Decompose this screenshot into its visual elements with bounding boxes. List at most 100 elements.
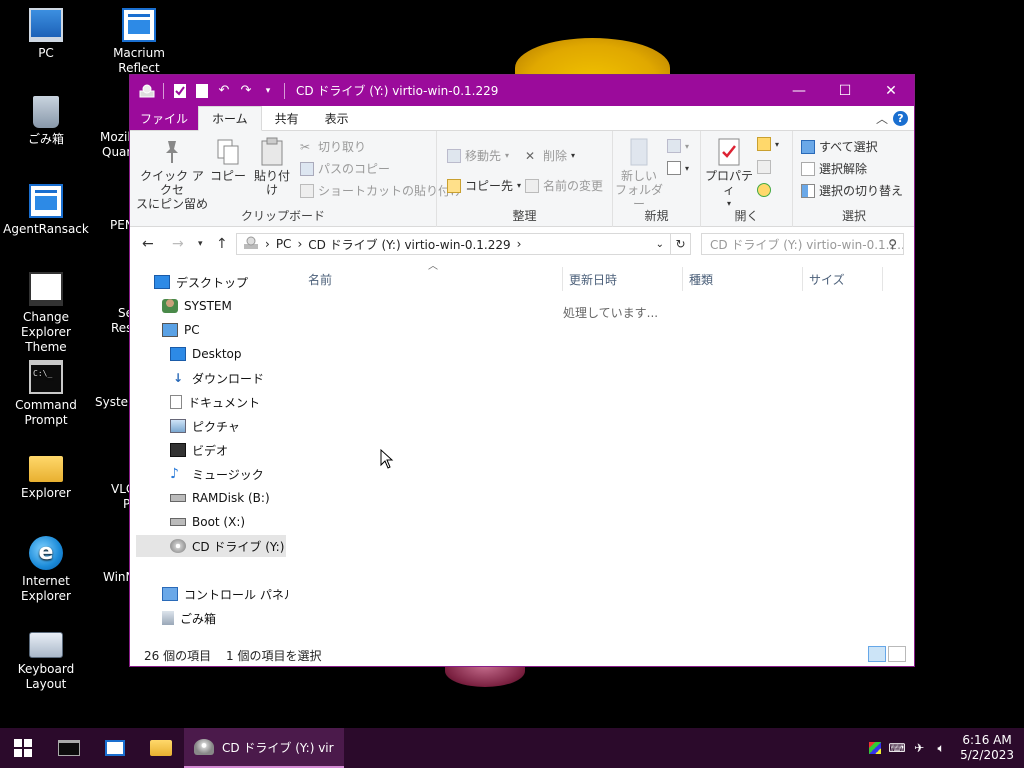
properties-check-icon[interactable]: [171, 82, 189, 100]
ribbon-group-open: プロパティ ▾ ▾ 開く: [701, 131, 793, 227]
desktop-icon-keyboard-layout[interactable]: Keyboard Layout: [0, 624, 92, 692]
properties-button[interactable]: プロパティ ▾: [703, 137, 755, 211]
document-icon: [170, 395, 182, 409]
taskbar-app-window[interactable]: [92, 728, 138, 768]
address-dropdown-icon[interactable]: ⌄: [656, 239, 664, 250]
desktop-icon-change-explorer-theme[interactable]: Change Explorer Theme: [0, 272, 92, 355]
nav-item-system[interactable]: SYSTEM: [162, 295, 232, 317]
easy-access-button[interactable]: ▾: [667, 161, 689, 175]
nav-item-desktop[interactable]: デスクトップ: [154, 271, 248, 293]
nav-item-documents[interactable]: ドキュメント: [170, 391, 260, 413]
invert-selection-button[interactable]: 選択の切り替え: [801, 182, 903, 199]
taskbar-command-prompt[interactable]: [46, 728, 92, 768]
copy-button[interactable]: コピー: [210, 137, 246, 183]
undo-icon[interactable]: ↶: [215, 82, 233, 100]
tab-file[interactable]: ファイル: [130, 106, 199, 130]
nav-item-videos[interactable]: ビデオ: [170, 439, 228, 461]
column-header-type[interactable]: 種類: [683, 267, 803, 291]
column-header-date[interactable]: 更新日時: [563, 267, 683, 291]
scissors-icon: ✂: [300, 139, 311, 154]
nav-item-downloads[interactable]: ↓ ダウンロード: [170, 367, 264, 389]
desktop-partial-label[interactable]: Mozil: [100, 130, 131, 144]
desktop-icon-recycle-bin[interactable]: ごみ箱: [0, 96, 92, 147]
address-input[interactable]: › PC › CD ドライブ (Y:) virtio-win-0.1.229 ›…: [236, 233, 671, 255]
tab-view[interactable]: 表示: [312, 106, 362, 130]
large-icons-view-icon[interactable]: [888, 646, 906, 662]
select-none-button[interactable]: 選択解除: [801, 160, 867, 177]
details-view-icon[interactable]: [868, 646, 886, 662]
keyboard-icon[interactable]: ⌨: [886, 728, 908, 768]
open-button[interactable]: ▾: [757, 137, 779, 151]
minimize-button[interactable]: —: [776, 75, 822, 106]
help-icon[interactable]: ?: [893, 111, 908, 126]
select-all-button[interactable]: すべて選択: [801, 138, 878, 155]
column-header-size[interactable]: サイズ: [803, 267, 883, 291]
address-segment-drive[interactable]: CD ドライブ (Y:) virtio-win-0.1.229: [308, 236, 510, 253]
search-input[interactable]: CD ドライブ (Y:) virtio-win-0.1.2... ⚲: [701, 233, 904, 255]
processing-message: 処理しています...: [563, 306, 659, 320]
desktop-icon-explorer[interactable]: Explorer: [0, 448, 92, 501]
desktop-icon-agentransack[interactable]: AgentRansack: [0, 184, 92, 237]
tab-share[interactable]: 共有: [262, 106, 312, 130]
new-folder-icon[interactable]: [193, 82, 211, 100]
rename-button[interactable]: 名前の変更: [525, 177, 603, 194]
pin-quick-access-button[interactable]: クイック アクセ スにピン留め: [136, 137, 208, 211]
new-folder-button[interactable]: 新しい フォルダー: [615, 137, 663, 211]
back-arrow-icon[interactable]: ←: [142, 236, 154, 252]
new-folder-icon: [626, 137, 652, 167]
nav-item-pictures[interactable]: ピクチャ: [170, 415, 240, 437]
address-segment-pc[interactable]: PC: [276, 237, 292, 251]
redo-icon[interactable]: ↷: [237, 82, 255, 100]
search-icon: ⚲: [888, 237, 897, 251]
taskbar-active-window[interactable]: CD ドライブ (Y:) virtio-...: [184, 728, 344, 768]
history-button[interactable]: [757, 183, 771, 197]
cut-button[interactable]: ✂ 切り取り: [300, 138, 366, 155]
desktop-icon: [170, 347, 186, 361]
nav-item-cd-drive[interactable]: CD ドライブ (Y:) virti: [136, 535, 286, 557]
new-item-icon: [667, 139, 681, 153]
dropdown-arrow-icon: ▾: [517, 181, 522, 190]
desktop-icon-pc[interactable]: PC: [0, 8, 92, 61]
collapse-ribbon-icon[interactable]: ︿: [871, 106, 893, 130]
network-tray-icon[interactable]: ✈: [908, 728, 930, 768]
nav-item-recycle-bin[interactable]: ごみ箱: [162, 607, 216, 629]
paste-button[interactable]: 貼り付け: [250, 137, 294, 197]
nav-item-desktop-folder[interactable]: Desktop: [170, 343, 242, 365]
close-button[interactable]: ✕: [868, 75, 914, 106]
history-icon: [757, 183, 771, 197]
tab-home[interactable]: ホーム: [198, 106, 262, 131]
desktop-icon-internet-explorer[interactable]: e Internet Explorer: [0, 536, 92, 604]
new-item-button[interactable]: ▾: [667, 139, 689, 153]
copy-to-button[interactable]: コピー先 ▾: [447, 177, 521, 194]
desktop-icon-command-prompt[interactable]: C:\_ Command Prompt: [0, 360, 92, 428]
nav-item-control-panel[interactable]: コントロール パネル: [162, 583, 296, 605]
color-tray-icon[interactable]: [864, 728, 886, 768]
column-header-name[interactable]: 名前: [302, 267, 563, 291]
ribbon-group-new: 新しい フォルダー ▾ ▾ 新規: [613, 131, 701, 227]
recent-locations-icon[interactable]: ▾: [198, 239, 203, 249]
title-bar[interactable]: ↶ ↷ ▾ CD ドライブ (Y:) virtio-win-0.1.229 — …: [130, 75, 914, 106]
nav-item-boot[interactable]: Boot (X:): [170, 511, 245, 533]
maximize-button[interactable]: ☐: [822, 75, 868, 106]
refresh-icon[interactable]: ↻: [671, 233, 691, 255]
move-to-button[interactable]: 移動先 ▾: [447, 147, 509, 164]
drive-icon[interactable]: [138, 82, 156, 100]
nav-item-label: SYSTEM: [184, 299, 232, 313]
copy-path-button[interactable]: パスのコピー: [300, 160, 390, 177]
clock[interactable]: 6:16 AM 5/2/2023: [952, 733, 1024, 763]
delete-button[interactable]: ✕ 削除 ▾: [525, 147, 575, 164]
ribbon-group-organize: 移動先 ▾ コピー先 ▾ ✕ 削除 ▾ 名前の変更 整理: [437, 131, 613, 227]
nav-item-pc[interactable]: PC: [162, 319, 200, 341]
up-arrow-icon[interactable]: ↑: [216, 236, 228, 252]
taskbar-explorer[interactable]: [138, 728, 184, 768]
customize-dropdown-icon[interactable]: ▾: [259, 82, 277, 100]
nav-item-ramdisk[interactable]: RAMDisk (B:): [170, 487, 270, 509]
clock-time: 6:16 AM: [962, 733, 1012, 747]
forward-arrow-icon[interactable]: →: [172, 236, 184, 252]
volume-muted-icon[interactable]: 🔈︎: [930, 728, 952, 768]
nav-item-label: RAMDisk (B:): [192, 491, 270, 505]
start-button[interactable]: [0, 728, 46, 768]
desktop-icon-macrium[interactable]: Macrium Reflect: [93, 8, 185, 76]
nav-item-music[interactable]: ♪ ミュージック: [170, 463, 264, 485]
edit-button[interactable]: [757, 160, 771, 174]
